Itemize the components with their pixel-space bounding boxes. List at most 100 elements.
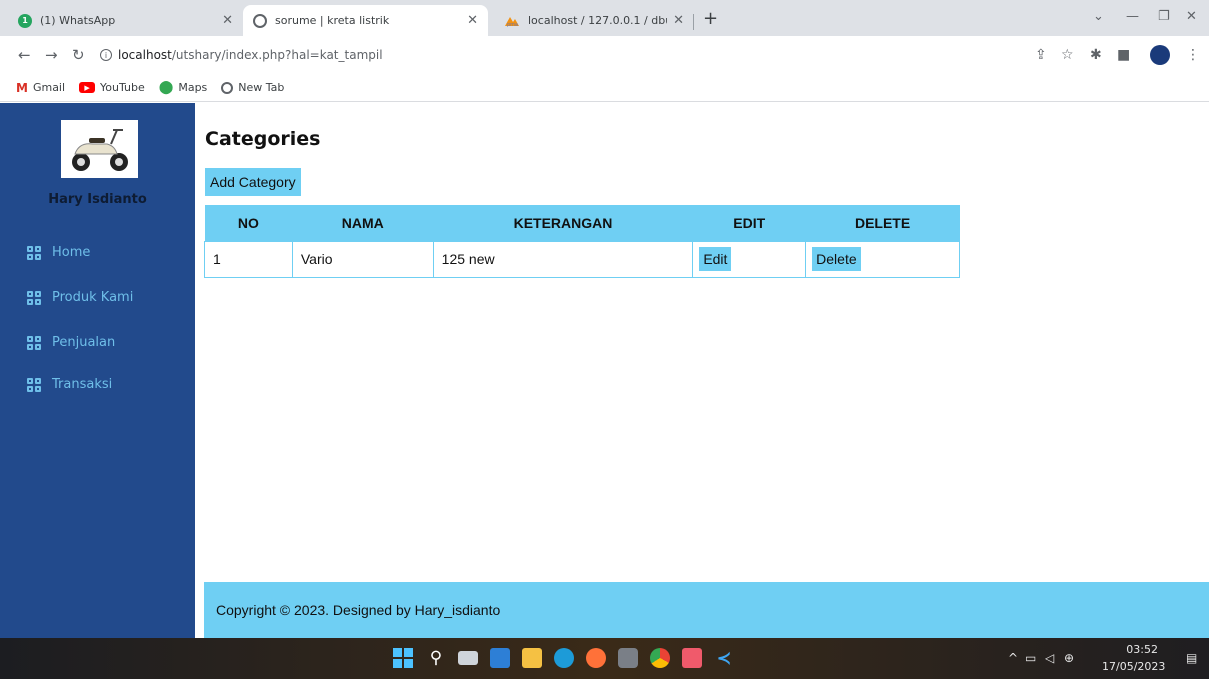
grid-icon [27, 245, 41, 260]
side-panel-icon[interactable]: ■ [1117, 47, 1130, 63]
close-icon[interactable]: ✕ [673, 13, 684, 28]
bookmarks-bar: M Gmail ▶ YouTube ⬤ Maps New Tab [0, 74, 1209, 102]
globe-icon [253, 13, 267, 28]
tab-separator [693, 14, 694, 30]
cell-nama: Vario [291, 240, 434, 278]
tab-title: (1) WhatsApp [40, 14, 116, 27]
globe-icon [221, 81, 234, 94]
page-title: Categories [205, 128, 321, 150]
column-header-nama: NAMA [292, 205, 434, 241]
windows-start-icon[interactable] [393, 648, 413, 668]
clock-date: 17/05/2023 [1102, 660, 1166, 673]
cell-no: 1 [204, 240, 293, 278]
phpmyadmin-icon: pma [504, 15, 520, 28]
column-header-edit: EDIT [692, 205, 806, 241]
column-header-no: NO [204, 205, 293, 241]
file-explorer-icon[interactable] [522, 648, 542, 668]
vscode-icon[interactable]: ≺ [714, 648, 734, 669]
sidebar: Hary Isdianto Home Produk Kami Penjualan… [0, 103, 195, 638]
column-header-keterangan: KETERANGAN [433, 205, 693, 241]
bookmark-maps[interactable]: ⬤ Maps [159, 80, 208, 95]
sidebar-item-home[interactable]: Home [27, 245, 90, 260]
bookmark-new-tab[interactable]: New Tab [221, 81, 284, 94]
taskbar: ⚲ ≺ ^ ▭ ◁ ⊕ 03:52 17/05/2023 ▤ [0, 638, 1209, 679]
clock-time: 03:52 [1126, 643, 1158, 656]
extensions-icon[interactable]: ✱ [1090, 47, 1102, 63]
tab-title: sorume | kreta listrik [275, 14, 390, 27]
user-name: Hary Isdianto [48, 192, 147, 207]
tab-sorume[interactable]: sorume | kreta listrik ✕ [243, 5, 488, 36]
tab-title: localhost / 127.0.0.1 / dbuts | php [528, 14, 667, 27]
system-clock[interactable]: 03:52 17/05/2023 [1102, 641, 1166, 675]
address-bar[interactable]: i localhost /utshary/index.php?hal=kat_t… [100, 41, 1100, 69]
add-category-button[interactable]: Add Category [205, 168, 301, 196]
back-icon[interactable]: ← [18, 46, 31, 64]
forward-icon[interactable]: → [45, 46, 58, 64]
bookmark-gmail[interactable]: M Gmail [16, 81, 65, 95]
tab-phpmyadmin[interactable]: pma localhost / 127.0.0.1 / dbuts | php … [494, 5, 694, 36]
edit-button[interactable]: Edit [699, 247, 732, 271]
browser-tab-strip: 1 (1) WhatsApp ✕ sorume | kreta listrik … [0, 0, 1209, 36]
url-path: /utshary/index.php?hal=kat_tampil [171, 48, 383, 62]
bookmark-label: YouTube [100, 81, 145, 94]
camera-icon[interactable] [618, 648, 638, 668]
sidebar-item-label: Penjualan [52, 335, 116, 350]
new-tab-button[interactable]: + [703, 8, 718, 29]
close-window-button[interactable]: ✕ [1186, 9, 1197, 24]
notification-icon[interactable]: ▤ [1186, 651, 1197, 665]
sidebar-item-transaksi[interactable]: Transaksi [27, 377, 112, 392]
tab-whatsapp[interactable]: 1 (1) WhatsApp ✕ [8, 5, 243, 36]
reload-icon[interactable]: ↻ [72, 46, 85, 64]
svg-text:pma: pma [507, 22, 518, 27]
close-icon[interactable]: ✕ [222, 13, 233, 28]
delete-button[interactable]: Delete [812, 247, 861, 271]
scooter-icon [71, 129, 128, 171]
maps-icon: ⬤ [158, 80, 174, 95]
column-header-delete: DELETE [805, 205, 960, 241]
copyright-text: Copyright © 2023. Designed by Hary_isdia… [216, 602, 501, 618]
cell-edit: Edit [692, 240, 807, 278]
bookmark-label: Gmail [32, 81, 66, 94]
url-host: localhost [118, 48, 172, 62]
xampp-icon[interactable] [682, 648, 702, 668]
language-icon[interactable]: ⊕ [1064, 651, 1074, 665]
minimize-button[interactable]: — [1126, 9, 1139, 24]
sidebar-item-penjualan[interactable]: Penjualan [27, 335, 115, 350]
chrome-icon[interactable] [650, 648, 670, 668]
bookmark-label: New Tab [238, 81, 285, 94]
restore-button[interactable]: ❐ [1158, 9, 1170, 24]
close-icon[interactable]: ✕ [467, 13, 478, 28]
bookmark-youtube[interactable]: ▶ YouTube [79, 81, 145, 94]
sidebar-item-label: Transaksi [52, 377, 113, 392]
widgets-icon[interactable] [490, 648, 510, 668]
tab-search-icon[interactable]: ⌄ [1093, 9, 1104, 24]
info-icon[interactable]: i [100, 49, 112, 61]
grid-icon [27, 377, 41, 392]
cell-delete: Delete [805, 240, 960, 278]
grid-icon [27, 335, 41, 350]
chevron-up-icon[interactable]: ^ [1008, 651, 1018, 665]
table-row: 1 Vario 125 new Edit Delete [204, 240, 960, 278]
network-icon[interactable]: ▭ [1025, 651, 1036, 665]
gmail-icon: M [16, 80, 28, 95]
firefox-icon[interactable] [586, 648, 606, 668]
grid-icon [27, 290, 41, 305]
volume-icon[interactable]: ◁ [1045, 651, 1054, 665]
sidebar-item-label: Produk Kami [52, 290, 134, 305]
whatsapp-icon: 1 [18, 13, 32, 28]
task-view-icon[interactable] [458, 651, 478, 665]
share-icon[interactable]: ⇪ [1035, 47, 1047, 63]
categories-table: NO NAMA KETERANGAN EDIT DELETE 1 Vario 1… [204, 205, 960, 278]
menu-icon[interactable]: ⋮ [1186, 47, 1200, 63]
youtube-icon: ▶ [79, 82, 96, 93]
cell-keterangan: 125 new [432, 240, 694, 278]
browser-toolbar: ← → ↻ i localhost /utshary/index.php?hal… [0, 36, 1209, 74]
edge-icon[interactable] [554, 648, 574, 668]
scooter-logo [61, 120, 138, 178]
bookmark-star-icon[interactable]: ☆ [1061, 47, 1074, 63]
search-icon[interactable]: ⚲ [426, 648, 446, 668]
sidebar-item-produk-kami[interactable]: Produk Kami [27, 290, 133, 305]
profile-avatar[interactable] [1150, 45, 1170, 65]
table-header-row: NO NAMA KETERANGAN EDIT DELETE [204, 205, 960, 241]
sidebar-item-label: Home [52, 245, 91, 260]
